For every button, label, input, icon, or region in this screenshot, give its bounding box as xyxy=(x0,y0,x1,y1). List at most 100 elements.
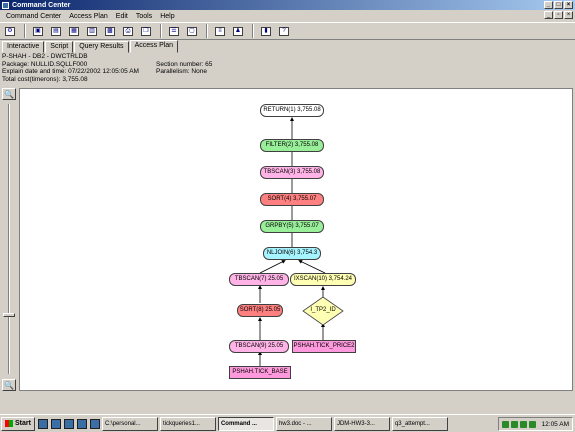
new-button[interactable]: ▣ xyxy=(30,24,46,38)
connect-button[interactable]: ⚙ xyxy=(2,24,18,38)
print-button[interactable]: ⎙ xyxy=(120,24,136,38)
book-icon: ▮ xyxy=(261,26,271,36)
grid-icon: ▥ xyxy=(87,26,97,36)
quicklaunch-tool-icon[interactable] xyxy=(89,418,100,429)
tab-interactive[interactable]: Interactive xyxy=(2,41,45,53)
connect-icon: ⚙ xyxy=(5,26,15,36)
plan-node-sort4[interactable]: SORT(4) 3,755.07 xyxy=(260,193,324,206)
save-icon: ▦ xyxy=(69,26,79,36)
plan-info: P-SHAH - DB2 - DWCTRLDB Package: NULLID.… xyxy=(2,53,573,87)
zoom-out-button[interactable]: 🔍 xyxy=(2,379,16,391)
clock[interactable]: 12:05 AM xyxy=(542,421,569,428)
task-button-command-center[interactable]: Command ... xyxy=(217,416,274,431)
task-button-q3-attempt[interactable]: q3_attempt... xyxy=(391,416,448,431)
system-tray: 12:05 AM xyxy=(497,417,573,431)
menu-command-center[interactable]: Command Center xyxy=(2,13,65,20)
task-button-tickqueries[interactable]: tickqueries1... xyxy=(159,416,216,431)
plan-node-table-tick-base[interactable]: PSHAH.TICK_BASE xyxy=(229,366,291,379)
windows-flag-icon xyxy=(5,420,13,427)
plan-node-tbscan7[interactable]: TBSCAN(7) 25.05 xyxy=(229,273,289,286)
menu-access-plan[interactable]: Access Plan xyxy=(65,13,112,20)
document-button[interactable]: ▢ xyxy=(184,24,200,38)
plan-node-filter[interactable]: FILTER(2) 3,755.08 xyxy=(260,139,324,152)
maximize-button[interactable]: □ xyxy=(554,1,563,9)
help-button[interactable]: ? xyxy=(276,24,292,38)
plan-node-sort8[interactable]: SORT(8) 25.05 xyxy=(237,304,283,317)
close-button[interactable]: × xyxy=(564,1,573,9)
print-icon: ⎙ xyxy=(123,26,133,36)
grid-button[interactable]: ▥ xyxy=(84,24,100,38)
task-button-hw3-doc[interactable]: hw3.doc - ... xyxy=(275,416,332,431)
plan-node-nljoin6[interactable]: NLJOIN(6) 3,754.3 xyxy=(263,247,321,260)
toolbar-separator xyxy=(206,24,208,38)
plan-node-return[interactable]: RETURN(1) 3,755.08 xyxy=(260,104,324,117)
save-button[interactable]: ▦ xyxy=(66,24,82,38)
title-bar: Command Center _ □ × xyxy=(0,0,575,10)
child-restore-button[interactable]: ▫ xyxy=(554,11,563,19)
tray-db2-icon[interactable] xyxy=(528,420,536,428)
tab-strip: Interactive Script Query Results Access … xyxy=(2,40,179,53)
new-icon: ▣ xyxy=(33,26,43,36)
zoom-in-button[interactable]: 🔍 xyxy=(2,88,16,100)
window-title: Command Center xyxy=(12,1,71,9)
menu-help[interactable]: Help xyxy=(156,13,178,20)
child-minimize-button[interactable]: _ xyxy=(544,11,553,19)
plan-package: Package: NULLID.SQLLF000 xyxy=(2,60,88,68)
child-close-button[interactable]: × xyxy=(564,11,573,19)
quicklaunch-outlook-icon[interactable] xyxy=(63,418,74,429)
list-button[interactable]: ☰ xyxy=(166,24,182,38)
toolbar-separator xyxy=(252,24,254,38)
menu-edit[interactable]: Edit xyxy=(112,13,132,20)
zoom-out-icon: 🔍 xyxy=(4,380,14,390)
help-icon: ? xyxy=(279,26,289,36)
open-icon: ▤ xyxy=(51,26,61,36)
plan-node-ixscan10[interactable]: IXSCAN(10) 3,754.24 xyxy=(290,273,356,286)
plan-section: Section number: 65 xyxy=(156,60,213,68)
tab-access-plan[interactable]: Access Plan xyxy=(129,40,179,53)
task-button-jdm-hw3[interactable]: JDM-HW3-3... xyxy=(333,416,390,431)
quicklaunch-app-icon[interactable] xyxy=(76,418,87,429)
database-icon: ≡ xyxy=(215,26,225,36)
plan-node-table-tick-price2[interactable]: PSHAH.TICK_PRICE2 xyxy=(292,340,356,353)
plan-explain-date: Explain date and time: 07/22/2002 12:05:… xyxy=(2,68,139,75)
copy-button[interactable]: ❐ xyxy=(138,24,154,38)
open-button[interactable]: ▤ xyxy=(48,24,64,38)
plan-node-grpby5[interactable]: GRPBY(5) 3,755.07 xyxy=(260,220,324,233)
toolbar-separator xyxy=(24,24,26,38)
plan-node-tbscan9[interactable]: TBSCAN(9) 25.05 xyxy=(229,340,289,353)
plan-node-index-label: I_TP2_ID xyxy=(310,307,336,313)
start-button[interactable]: Start xyxy=(1,416,35,431)
image-button[interactable]: ▩ xyxy=(102,24,118,38)
task-button-explorer[interactable]: C:\personal... xyxy=(101,416,158,431)
menu-tools[interactable]: Tools xyxy=(132,13,156,20)
child-window-controls: _ ▫ × xyxy=(544,11,573,19)
plan-node-tbscan3[interactable]: TBSCAN(3) 3,755.08 xyxy=(260,166,324,179)
zoom-in-icon: 🔍 xyxy=(4,89,14,99)
toolbar-separator xyxy=(160,24,162,38)
list-icon: ☰ xyxy=(169,26,179,36)
tab-query-results[interactable]: Query Results xyxy=(74,41,129,53)
toolbar: ⚙ ▣ ▤ ▦ ▥ ▩ ⎙ ❐ ☰ ▢ ≡ ♟ ▮ ? xyxy=(0,22,575,40)
plan-total-cost: Total cost(timerons): 3,755.08 xyxy=(2,75,88,83)
quicklaunch-ie-icon[interactable] xyxy=(50,418,61,429)
status-area xyxy=(0,392,575,414)
zoom-slider-track[interactable] xyxy=(8,104,10,374)
tray-volume-icon[interactable] xyxy=(510,420,518,428)
edge-lines xyxy=(258,117,326,366)
book-button[interactable]: ▮ xyxy=(258,24,274,38)
zoom-panel: 🔍 🔍 xyxy=(2,88,17,391)
menu-bar: Command Center Access Plan Edit Tools He… xyxy=(0,10,575,22)
tray-network-icon[interactable] xyxy=(501,420,509,428)
window-controls: _ □ × xyxy=(544,1,573,9)
tree-icon: ♟ xyxy=(233,26,243,36)
minimize-button[interactable]: _ xyxy=(544,1,553,9)
database-button[interactable]: ≡ xyxy=(212,24,228,38)
tab-script[interactable]: Script xyxy=(45,41,74,53)
tree-button[interactable]: ♟ xyxy=(230,24,246,38)
quicklaunch-desktop-icon[interactable] xyxy=(37,418,48,429)
taskbar: Start C:\personal... tickqueries1... Com… xyxy=(0,414,575,432)
plan-db: P-SHAH - DB2 - DWCTRLDB xyxy=(2,53,88,60)
tray-antivirus-icon[interactable] xyxy=(519,420,527,428)
zoom-slider-thumb[interactable] xyxy=(3,313,15,317)
image-icon: ▩ xyxy=(105,26,115,36)
